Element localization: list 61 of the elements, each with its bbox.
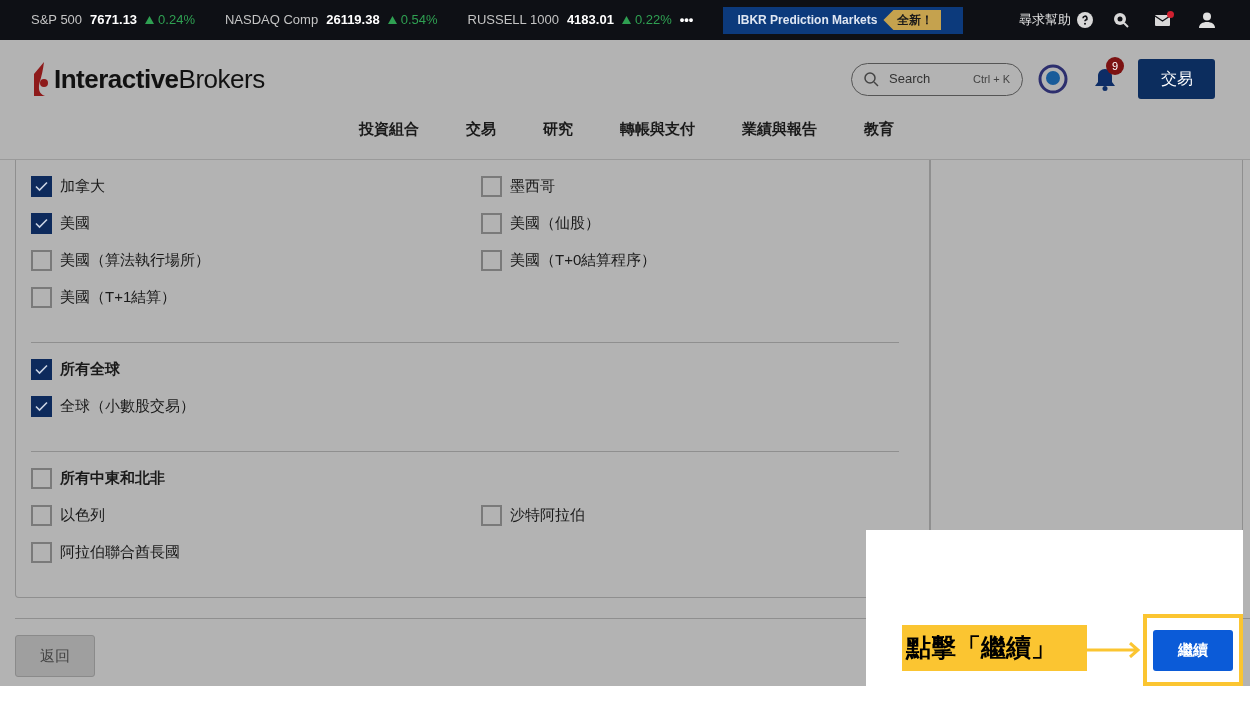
index-name: S&P 500 — [31, 11, 83, 30]
checkbox[interactable] — [31, 396, 52, 417]
checkbox[interactable] — [481, 250, 502, 271]
index-change: 0.24% — [158, 11, 195, 30]
ring-icon[interactable] — [1038, 64, 1068, 94]
new-badge: 全新！ — [883, 10, 942, 30]
checkbox-label: 美國（T+0結算程序） — [510, 250, 657, 271]
checkbox-label: 美國（T+1結算） — [60, 287, 177, 308]
nav-item[interactable]: 投資組合 — [358, 118, 419, 141]
checkbox-label: 所有中東和北非 — [60, 468, 165, 489]
trade-button[interactable]: 交易 — [1138, 59, 1215, 99]
nav-item[interactable]: 業績與報告 — [741, 118, 817, 141]
index-value: 4183.01 — [566, 11, 614, 30]
index-name: RUSSELL 1000 — [467, 11, 559, 30]
search-input[interactable]: Search — [889, 69, 949, 89]
pointer-arrow — [1087, 642, 1142, 658]
index-name: NASDAQ Comp — [224, 11, 319, 30]
continue-button[interactable]: 繼續 — [1153, 629, 1233, 671]
logo-icon — [31, 62, 51, 96]
checkbox[interactable] — [31, 505, 52, 526]
nav-item[interactable]: 轉帳與支付 — [619, 118, 695, 141]
checkbox-label: 美國（算法執行場所） — [60, 250, 210, 271]
checkbox-label: 沙特阿拉伯 — [510, 505, 585, 526]
nav-item[interactable]: 研究 — [542, 118, 573, 141]
checkbox-label: 美國 — [60, 213, 90, 234]
checkbox-label: 所有全球 — [60, 359, 120, 380]
checkbox[interactable] — [481, 213, 502, 234]
back-button[interactable]: 返回 — [15, 635, 95, 677]
checkbox[interactable] — [31, 213, 52, 234]
user-icon[interactable] — [1199, 12, 1215, 28]
index-value: 7671.13 — [90, 11, 138, 30]
help-icon[interactable] — [1077, 12, 1093, 28]
nav-item[interactable]: 教育 — [863, 118, 894, 141]
more-button[interactable]: ••• — [679, 10, 694, 30]
checkbox[interactable] — [31, 287, 52, 308]
index-change: 0.54% — [400, 11, 438, 30]
notification-count: 9 — [1106, 57, 1124, 75]
promo-label: IBKR Prediction Markets — [737, 12, 878, 29]
checkbox-label: 以色列 — [60, 505, 105, 526]
mail-icon[interactable] — [1155, 13, 1171, 27]
promo-banner[interactable]: IBKR Prediction Markets 全新！ — [723, 6, 964, 34]
index-change: 0.22% — [634, 11, 672, 30]
checkbox-label: 美國（仙股） — [510, 213, 600, 234]
logo-text: InteractiveBrokers — [54, 62, 265, 96]
checkbox[interactable] — [31, 542, 52, 563]
annotation-label: 點擊「繼續」 — [902, 625, 1087, 671]
checkbox-label: 加拿大 — [60, 176, 105, 197]
checkbox[interactable] — [31, 468, 52, 489]
search-icon — [864, 71, 879, 87]
checkbox[interactable] — [481, 505, 502, 526]
shortcut-hint: Ctrl + K — [973, 71, 1010, 87]
checkbox-label: 阿拉伯聯合酋長國 — [60, 542, 180, 563]
checkbox[interactable] — [481, 176, 502, 197]
checkbox-label: 全球（小數股交易） — [60, 396, 195, 417]
index-value: 26119.38 — [326, 11, 380, 30]
help-link[interactable]: 尋求幫助 — [1019, 10, 1071, 30]
checkbox[interactable] — [31, 250, 52, 271]
nav-item[interactable]: 交易 — [465, 118, 496, 141]
checkbox-label: 墨西哥 — [510, 176, 555, 197]
checkbox[interactable] — [31, 176, 52, 197]
checkbox[interactable] — [31, 359, 52, 380]
